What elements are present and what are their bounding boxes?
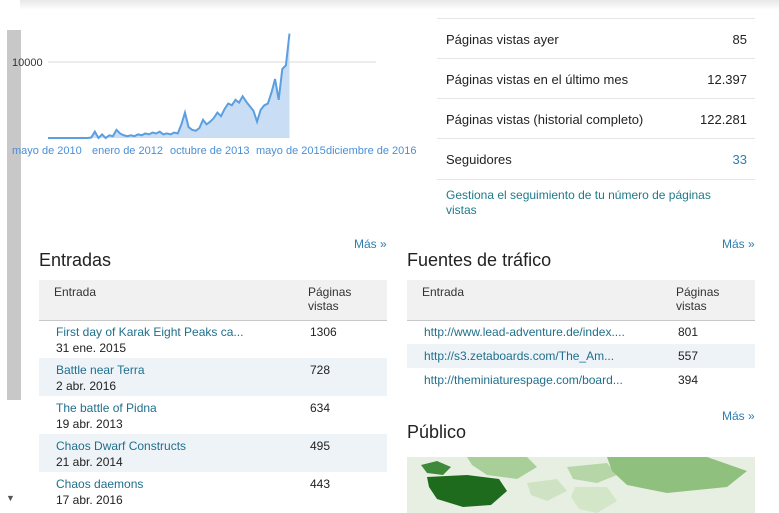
- audience-world-map: [407, 457, 755, 513]
- post-link[interactable]: Chaos daemons: [56, 477, 143, 491]
- stat-row-last-month: Páginas vistas en el último mes 12.397: [437, 58, 755, 99]
- entradas-table-header: Entrada Páginas vistas: [39, 280, 387, 321]
- publico-title: Público: [407, 422, 467, 442]
- stat-label: Páginas vistas ayer: [446, 32, 559, 47]
- fuentes-title: Fuentes de tráfico: [407, 250, 552, 270]
- stat-label: Seguidores: [446, 152, 512, 167]
- post-views: 634: [310, 401, 331, 415]
- chart-area-fill: [48, 33, 290, 138]
- top-shadow: [0, 0, 779, 10]
- col-header-pageviews: Páginas vistas: [676, 285, 719, 313]
- col-header-entrada: Entrada: [422, 285, 465, 299]
- traffic-source-views: 801: [678, 325, 699, 339]
- traffic-source-link[interactable]: http://s3.zetaboards.com/The_Am...: [424, 349, 614, 363]
- post-date: 2 abr. 2016: [56, 379, 117, 393]
- traffic-source-views: 394: [678, 373, 699, 387]
- stat-value: 122.281: [700, 112, 747, 127]
- post-link[interactable]: Battle near Terra: [56, 363, 145, 377]
- world-map-graphic: [407, 457, 755, 513]
- x-tick-label: mayo de 2010: [12, 145, 82, 157]
- table-row: Battle near Terra 2 abr. 2016 728: [39, 358, 387, 396]
- post-date: 19 abr. 2013: [56, 417, 123, 431]
- table-row: The battle of Pidna 19 abr. 2013 634: [39, 396, 387, 434]
- pageviews-chart: 10000 mayo de 2010 enero de 2012 octubre d…: [12, 33, 417, 157]
- post-date: 17 abr. 2016: [56, 493, 123, 507]
- traffic-source-link[interactable]: http://theminiaturespage.com/board...: [424, 373, 623, 387]
- fuentes-more-link[interactable]: Más »: [722, 237, 755, 251]
- post-date: 31 ene. 2015: [56, 341, 127, 355]
- post-link[interactable]: The battle of Pidna: [56, 401, 157, 415]
- fuentes-table-header: Entrada Páginas vistas: [407, 280, 755, 321]
- x-tick-label: octubre de 2013: [170, 145, 250, 157]
- stat-row-all-time: Páginas vistas (historial completo) 122.…: [437, 98, 755, 139]
- stat-row-yesterday: Páginas vistas ayer 85: [437, 18, 755, 59]
- stat-value: 12.397: [707, 72, 747, 87]
- x-tick-labels: mayo de 2010 enero de 2012 octubre de 2013…: [12, 145, 417, 157]
- stat-label: Páginas vistas en el último mes: [446, 72, 629, 87]
- manage-pageview-tracking-link[interactable]: Gestiona el seguimiento de tu número de …: [446, 188, 736, 218]
- table-row: http://theminiaturespage.com/board... 39…: [407, 368, 755, 392]
- col-header-entrada: Entrada: [54, 285, 97, 299]
- table-row: First day of Karak Eight Peaks ca... 31 …: [39, 320, 387, 358]
- entradas-title: Entradas: [39, 250, 112, 270]
- traffic-source-views: 557: [678, 349, 699, 363]
- col-header-pageviews-line1: Páginas: [676, 285, 720, 299]
- col-header-pageviews-line2: vistas: [676, 299, 707, 313]
- table-row: Chaos Dwarf Constructs 21 abr. 2014 495: [39, 434, 387, 472]
- stat-row-followers: Seguidores 33: [437, 138, 755, 180]
- table-row: Chaos daemons 17 abr. 2016 443: [39, 472, 387, 510]
- post-views: 1306: [310, 325, 337, 339]
- col-header-pageviews-line2: vistas: [308, 299, 339, 313]
- col-header-pageviews-line1: Páginas: [308, 285, 352, 299]
- post-link[interactable]: Chaos Dwarf Constructs: [56, 439, 186, 453]
- post-views: 443: [310, 477, 331, 491]
- publico-more-link[interactable]: Más »: [722, 409, 755, 423]
- y-tick-label: 10000: [12, 57, 43, 69]
- table-row: http://s3.zetaboards.com/The_Am... 557: [407, 344, 755, 368]
- traffic-source-link[interactable]: http://www.lead-adventure.de/index....: [424, 325, 625, 339]
- x-tick-label: diciembre de 2016: [326, 145, 417, 157]
- entradas-more-link[interactable]: Más »: [354, 237, 387, 251]
- stat-value: 85: [732, 32, 747, 47]
- post-date: 21 abr. 2014: [56, 455, 123, 469]
- chart-marks: [48, 33, 291, 140]
- col-header-pageviews: Páginas vistas: [308, 285, 351, 313]
- post-views: 495: [310, 439, 331, 453]
- stat-label: Páginas vistas (historial completo): [446, 112, 644, 127]
- post-views: 728: [310, 363, 331, 377]
- x-tick-label: enero de 2012: [92, 145, 163, 157]
- scroll-down-arrow-icon[interactable]: ▼: [6, 493, 15, 503]
- followers-count-link[interactable]: 33: [733, 152, 747, 167]
- x-tick-label: mayo de 2015: [256, 145, 326, 157]
- post-link[interactable]: First day of Karak Eight Peaks ca...: [56, 325, 243, 339]
- table-row: http://www.lead-adventure.de/index.... 8…: [407, 320, 755, 344]
